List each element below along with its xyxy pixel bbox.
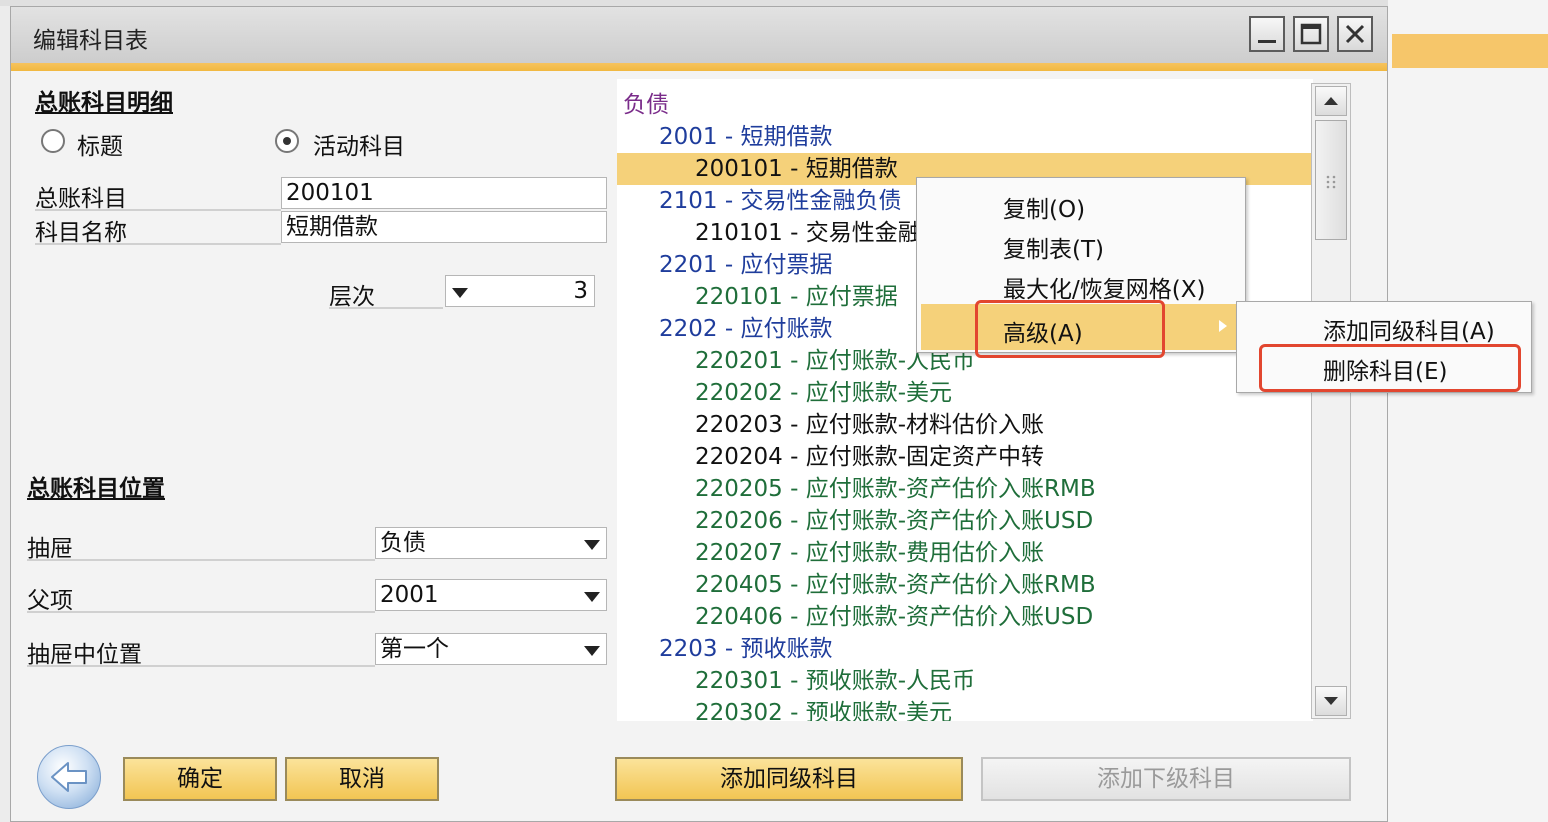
radio-active-account[interactable] (275, 129, 299, 153)
back-arrow-icon (51, 762, 87, 792)
tree-row[interactable]: 220207 - 应付账款-费用估价入账 (617, 537, 1313, 569)
radio-active-account-label: 活动科目 (313, 134, 405, 160)
cancel-button[interactable]: 取消 (285, 757, 439, 801)
tree-row[interactable]: 220302 - 预收账款-美元 (617, 697, 1313, 721)
parent-underline (27, 611, 375, 613)
parent-label: 父项 (27, 588, 73, 614)
tree-row[interactable]: 220405 - 应付账款-资产估价入账RMB (617, 569, 1313, 601)
edit-chart-of-accounts-window: 编辑科目表 总账科目明细 标题 活动科目 总账科目 200101 科目名称 短期… (10, 6, 1532, 822)
drawer-select[interactable]: 负债 (375, 527, 607, 559)
level-label: 层次 (329, 284, 375, 310)
background-right-area (1388, 0, 1548, 822)
menu-item-copy[interactable]: 复制(O) (1003, 190, 1085, 224)
tree-row-label: 200101 - 短期借款 (695, 156, 898, 182)
gl-account-label: 总账科目 (35, 186, 127, 212)
tree-row[interactable]: 220301 - 预收账款-人民币 (617, 665, 1313, 697)
advanced-submenu: 添加同级科目(A) 删除科目(E) (1236, 301, 1532, 393)
level-value: 3 (573, 278, 588, 304)
menu-item-max-restore-grid[interactable]: 最大化/恢复网格(X) (1003, 270, 1205, 304)
tree-row-label: 220203 - 应付账款-材料估价入账 (695, 412, 1045, 438)
tree-row-label: 220101 - 应付票据 (695, 284, 898, 310)
radio-title-label: 标题 (77, 134, 123, 160)
title-bar[interactable]: 编辑科目表 (11, 7, 1387, 64)
tree-row-label: 2203 - 预收账款 (659, 636, 833, 662)
tree-row-label: 220301 - 预收账款-人民币 (695, 668, 976, 694)
menu-item-copy-table[interactable]: 复制表(T) (1003, 230, 1104, 264)
tree-row[interactable]: 220205 - 应付账款-资产估价入账RMB (617, 473, 1313, 505)
drawer-dropdown-icon[interactable] (584, 540, 600, 550)
add-sub-level-button[interactable]: 添加下级科目 (981, 757, 1351, 801)
tree-row-label: 2101 - 交易性金融负债 (659, 188, 902, 214)
account-tree[interactable]: 负债 2001 - 短期借款 200101 - 短期借款 2101 - 交易性金融负债… (617, 79, 1313, 721)
tree-row[interactable]: 220202 - 应付账款-美元 (617, 377, 1313, 409)
title-accent-bar (11, 63, 1387, 71)
account-name-label: 科目名称 (35, 220, 127, 246)
tree-row-label: 220302 - 预收账款-美元 (695, 700, 953, 721)
account-name-field[interactable]: 短期借款 (281, 211, 607, 243)
back-button[interactable] (37, 745, 101, 809)
maximize-button[interactable] (1293, 16, 1329, 52)
tree-row[interactable]: 220406 - 应付账款-资产估价入账USD (617, 601, 1313, 633)
tree-row-label: 2001 - 短期借款 (659, 124, 833, 150)
tree-row-label: 2201 - 应付票据 (659, 252, 833, 278)
drawer-position-label: 抽屉中位置 (27, 642, 142, 668)
grip-icon (1326, 175, 1336, 189)
drawer-position-value: 第一个 (380, 636, 449, 662)
tree-row-label: 220405 - 应付账款-资产估价入账RMB (695, 572, 1096, 598)
submenu-item-add-same-level[interactable]: 添加同级科目(A) (1323, 312, 1495, 346)
arrow-down-icon (1324, 697, 1338, 705)
tree-row-label: 220207 - 应付账款-费用估价入账 (695, 540, 1045, 566)
minimize-button[interactable] (1249, 16, 1285, 52)
highlight-box-advanced (975, 300, 1165, 358)
gl-account-underline (35, 209, 281, 211)
highlight-box-delete (1259, 344, 1521, 392)
tree-row-label: 220206 - 应付账款-资产估价入账USD (695, 508, 1094, 534)
gl-account-field[interactable]: 200101 (281, 177, 607, 209)
account-name-underline (35, 243, 281, 245)
radio-title[interactable] (41, 129, 65, 153)
drawer-position-underline (27, 665, 375, 667)
drawer-value: 负债 (380, 530, 426, 556)
tree-row[interactable]: 负债 (617, 89, 1313, 121)
tree-row[interactable]: 220206 - 应付账款-资产估价入账USD (617, 505, 1313, 537)
close-icon (1345, 24, 1365, 44)
tree-row[interactable]: 2203 - 预收账款 (617, 633, 1313, 665)
tree-scrollbar[interactable] (1311, 83, 1351, 719)
tree-row[interactable]: 2001 - 短期借款 (617, 121, 1313, 153)
parent-dropdown-icon[interactable] (584, 592, 600, 602)
background-accent-band (1392, 34, 1548, 68)
close-button[interactable] (1337, 16, 1373, 52)
tree-row-label: 210101 - 交易性金融 (695, 220, 921, 246)
add-same-level-button[interactable]: 添加同级科目 (615, 757, 963, 801)
tree-row[interactable]: 220203 - 应付账款-材料估价入账 (617, 409, 1313, 441)
submenu-arrow-icon (1219, 320, 1227, 332)
parent-select[interactable]: 2001 (375, 579, 607, 611)
level-field[interactable]: 3 (445, 275, 595, 307)
scroll-thumb[interactable] (1315, 120, 1347, 240)
gl-details-section-title: 总账科目明细 (35, 90, 173, 116)
tree-row-label: 220406 - 应付账款-资产估价入账USD (695, 604, 1094, 630)
scroll-down-button[interactable] (1315, 686, 1347, 716)
parent-value: 2001 (380, 582, 439, 608)
drawer-label: 抽屉 (27, 536, 73, 562)
tree-row-label: 2202 - 应付账款 (659, 316, 833, 342)
minimize-icon (1258, 40, 1276, 43)
maximize-icon (1300, 23, 1322, 45)
context-menu: 复制(O) 复制表(T) 最大化/恢复网格(X) 高级(A) (916, 177, 1246, 358)
scroll-up-button[interactable] (1315, 86, 1347, 116)
tree-row-label: 负债 (623, 92, 669, 118)
gl-position-section-title: 总账科目位置 (27, 476, 165, 502)
ok-button[interactable]: 确定 (123, 757, 277, 801)
tree-row-label: 220205 - 应付账款-资产估价入账RMB (695, 476, 1096, 502)
tree-row-label: 220202 - 应付账款-美元 (695, 380, 953, 406)
tree-row[interactable]: 220204 - 应付账款-固定资产中转 (617, 441, 1313, 473)
drawer-position-dropdown-icon[interactable] (584, 646, 600, 656)
drawer-underline (27, 559, 375, 561)
level-dropdown-icon[interactable] (452, 288, 468, 298)
window-title: 编辑科目表 (33, 28, 148, 54)
tree-row-label: 220204 - 应付账款-固定资产中转 (695, 444, 1045, 470)
drawer-position-select[interactable]: 第一个 (375, 633, 607, 665)
level-underline (329, 307, 443, 309)
arrow-up-icon (1324, 97, 1338, 105)
